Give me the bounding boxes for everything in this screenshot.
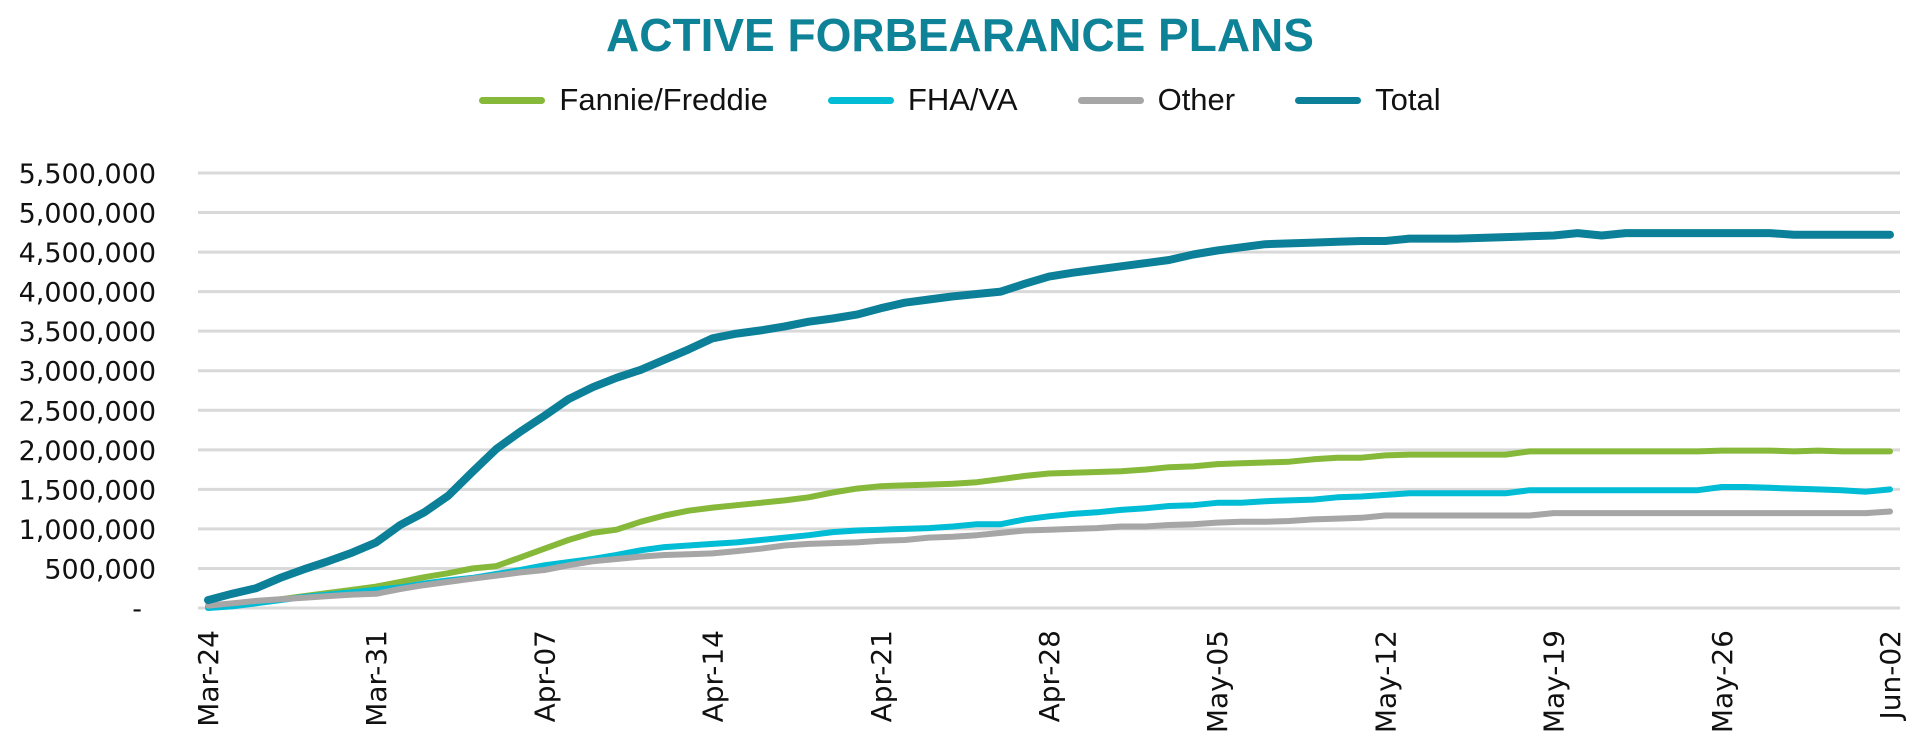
series-lines — [204, 229, 1894, 611]
y-tick-label: 1,500,000 — [19, 475, 156, 506]
y-axis: - 500,000 1,000,000 1,500,000 2,000,000 2,500… — [19, 159, 156, 625]
x-tick-label: Mar-24 — [192, 630, 225, 727]
gridlines — [198, 171, 1900, 610]
y-tick-label: 2,000,000 — [19, 436, 156, 467]
y-tick-label: 500,000 — [44, 554, 156, 585]
y-tick-label: 5,000,000 — [19, 199, 156, 230]
x-tick-label: Apr-14 — [697, 630, 730, 722]
series-line-fha-va — [205, 484, 1893, 611]
x-tick-label: Jun-02 — [1874, 630, 1907, 721]
x-tick-label: Mar-31 — [360, 630, 393, 727]
y-tick-label: 3,500,000 — [19, 317, 156, 348]
y-tick-label: - — [132, 594, 142, 625]
x-axis: Mar-24 Mar-31 Apr-07 Apr-14 Apr-21 Apr-28 May-… — [192, 630, 1907, 733]
x-tick-label: Apr-07 — [528, 630, 561, 722]
line-chart: - 500,000 1,000,000 1,500,000 2,000,000 2,500… — [19, 159, 1907, 733]
y-tick-label: 3,000,000 — [19, 357, 156, 388]
y-tick-label: 4,500,000 — [19, 238, 156, 269]
x-tick-label: May-26 — [1706, 630, 1739, 733]
y-tick-label: 5,500,000 — [19, 159, 156, 190]
series-line-other — [205, 508, 1893, 609]
y-tick-label: 2,500,000 — [19, 396, 156, 427]
y-tick-label: 4,000,000 — [19, 278, 156, 309]
x-tick-label: May-05 — [1201, 630, 1234, 733]
y-tick-label: 1,000,000 — [19, 515, 156, 546]
x-tick-label: Apr-28 — [1033, 630, 1066, 722]
x-tick-label: Apr-21 — [865, 630, 898, 722]
x-tick-label: May-12 — [1369, 630, 1402, 733]
series-line-total — [204, 229, 1894, 605]
x-tick-label: May-19 — [1538, 630, 1571, 733]
